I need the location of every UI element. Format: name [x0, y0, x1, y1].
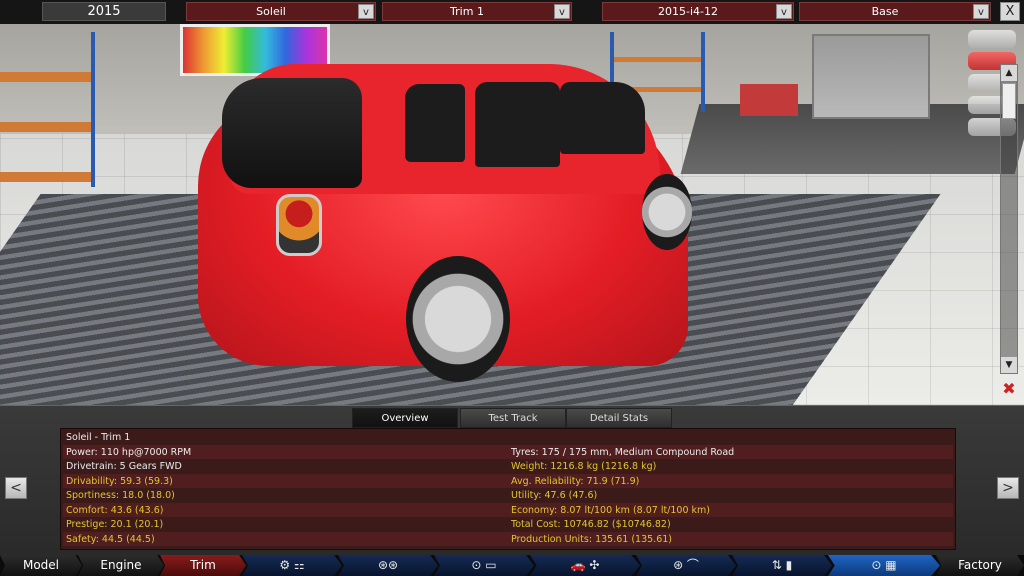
scroll-up-icon[interactable]: ▲ — [1001, 65, 1017, 81]
nav-drivetrain-icon[interactable]: ⊙ ▭ — [434, 555, 534, 576]
tab-overview[interactable]: Overview — [352, 408, 458, 428]
trim-label: Trim 1 — [450, 5, 484, 18]
model-label: Soleil — [256, 5, 286, 18]
bottom-nav: Model Engine Trim ⚙ ⚏ ⊛⊛ ⊙ ▭ 🚗 ✣ ⊛ ⌒ ⇅ ▮… — [0, 555, 1024, 576]
nav-factory[interactable]: Factory — [936, 555, 1024, 576]
close-button[interactable]: X — [1000, 2, 1020, 21]
stat-prestige: Prestige: 20.1 (20.1) — [66, 519, 164, 530]
stat-economy: Economy: 8.07 lt/100 km (8.07 lt/100 km) — [511, 505, 710, 516]
car-side-window — [475, 82, 560, 167]
trim-dropdown-button[interactable]: v — [554, 4, 570, 19]
tab-detail-stats[interactable]: Detail Stats — [566, 408, 672, 428]
car-side-window — [405, 84, 465, 162]
scroll-thumb[interactable] — [1002, 83, 1016, 119]
nav-body-icon[interactable]: 🚗 ✣ — [530, 555, 640, 576]
top-bar: 2015 Soleil v Trim 1 v 2015-i4-12 v Base… — [0, 0, 1024, 24]
stat-tyres: Tyres: 175 / 175 mm, Medium Compound Roa… — [511, 447, 735, 458]
model-dropdown-button[interactable]: v — [358, 4, 374, 19]
stat-sportiness: Sportiness: 18.0 (18.0) — [66, 490, 175, 501]
row-stripe — [63, 474, 953, 488]
nav-chassis-icon[interactable]: ⚙ ⚏ — [242, 555, 342, 576]
car-3d-viewport[interactable] — [0, 24, 1024, 405]
nav-fixtures-icon[interactable]: ⇅ ▮ — [732, 555, 832, 576]
variant-label: Base — [871, 5, 899, 18]
zoom-scrollbar[interactable]: ▲ ▼ — [1000, 64, 1018, 374]
next-button[interactable]: > — [997, 477, 1019, 499]
wrench-icon[interactable]: ✖ — [998, 378, 1020, 400]
engine-dropdown-button[interactable]: v — [776, 4, 792, 19]
year-display[interactable]: 2015 — [42, 2, 166, 21]
stat-total-cost: Total Cost: 10746.82 ($10746.82) — [511, 519, 671, 530]
tab-test-track[interactable]: Test Track — [460, 408, 566, 428]
shelf-left — [0, 32, 95, 187]
variant-dropdown[interactable]: Base v — [799, 2, 991, 21]
car-rear-window — [222, 78, 362, 188]
stat-utility: Utility: 47.6 (47.6) — [511, 490, 598, 501]
car-front-wheel — [642, 174, 692, 250]
stat-safety: Safety: 44.5 (44.5) — [66, 534, 155, 545]
nav-engine[interactable]: Engine — [78, 555, 164, 576]
model-dropdown[interactable]: Soleil v — [186, 2, 376, 21]
variant-dropdown-button[interactable]: v — [973, 4, 989, 19]
nav-model[interactable]: Model — [0, 555, 82, 576]
stat-drivability: Drivability: 59.3 (59.3) — [66, 476, 173, 487]
car-rear-wheel — [406, 256, 510, 382]
stat-weight: Weight: 1216.8 kg (1216.8 kg) — [511, 461, 657, 472]
nav-interior-icon[interactable]: ⊛ ⌒ — [636, 555, 736, 576]
camera-view-icon[interactable] — [968, 30, 1016, 48]
car-tail-light — [276, 194, 322, 256]
car-side-window — [560, 82, 645, 154]
row-stripe — [63, 445, 953, 459]
stat-power: Power: 110 hp@7000 RPM — [66, 447, 192, 458]
stats-box: Soleil - Trim 1 Power: 110 hp@7000 RPM D… — [60, 428, 956, 550]
nav-testing-icon[interactable]: ⊙ ▦ — [828, 555, 940, 576]
engine-dropdown[interactable]: 2015-i4-12 v — [602, 2, 794, 21]
row-stripe — [63, 503, 953, 517]
info-panel: Overview Test Track Detail Stats < > Sol… — [0, 405, 1024, 555]
engine-label: 2015-i4-12 — [658, 5, 718, 18]
scroll-down-icon[interactable]: ▼ — [1001, 357, 1017, 373]
stat-production-units: Production Units: 135.61 (135.61) — [511, 534, 672, 545]
stats-title: Soleil - Trim 1 — [66, 432, 131, 443]
nav-trim[interactable]: Trim — [160, 555, 246, 576]
previous-button[interactable]: < — [5, 477, 27, 499]
cabinet — [812, 34, 930, 119]
nav-suspension-icon[interactable]: ⊛⊛ — [338, 555, 438, 576]
toolbox — [740, 84, 798, 116]
trim-dropdown[interactable]: Trim 1 v — [382, 2, 572, 21]
stat-drivetrain: Drivetrain: 5 Gears FWD — [66, 461, 182, 472]
row-stripe — [63, 532, 953, 546]
stat-comfort: Comfort: 43.6 (43.6) — [66, 505, 164, 516]
stat-reliability: Avg. Reliability: 71.9 (71.9) — [511, 476, 640, 487]
